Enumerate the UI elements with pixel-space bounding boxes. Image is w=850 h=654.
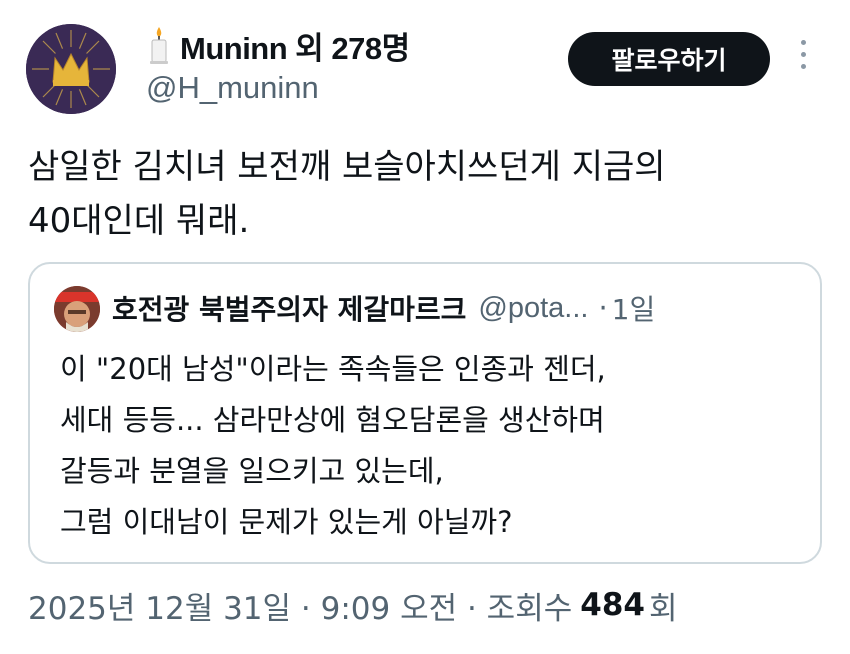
quoted-handle[interactable]: @pota... — [478, 292, 588, 325]
author-avatar[interactable] — [26, 24, 116, 114]
timestamp[interactable]: 2025년 12월 31일 · 9:09 오전 · 조회수 — [28, 583, 572, 628]
quoted-time[interactable]: 1일 — [612, 288, 656, 328]
tweet-meta: 2025년 12월 31일 · 9:09 오전 · 조회수 484 회 — [28, 582, 678, 628]
tweet-text: 삼일한 김치녀 보전깨 보슬아치쓰던게 지금의 40대인데 뭐래. — [28, 147, 666, 241]
author-handle[interactable]: @H_muninn — [146, 70, 319, 106]
vertical-ellipsis-icon[interactable] — [796, 40, 810, 80]
view-count-suffix: 회 — [648, 590, 678, 627]
author-display-name[interactable]: Muninn 외 278명 — [180, 23, 410, 68]
candle-icon — [150, 27, 168, 64]
crown-avatar-icon — [26, 24, 116, 114]
separator-dot: · — [598, 291, 608, 325]
view-count: 484 — [580, 587, 645, 623]
quoted-tweet-text: 이 "20대 남성"이라는 족속들은 인종과 젠더, 세대 등등... 삼라만상… — [60, 352, 606, 539]
quoted-display-name[interactable]: 호전광 북벌주의자 제갈마르크 — [112, 288, 466, 328]
quoted-user-avatar[interactable] — [54, 286, 100, 332]
quoted-tweet[interactable]: 호전광 북벌주의자 제갈마르크 @pota... · 1일 이 "20대 남성"… — [28, 262, 822, 564]
follow-button[interactable]: 팔로우하기 — [568, 32, 770, 86]
user-avatar-icon — [54, 286, 100, 332]
